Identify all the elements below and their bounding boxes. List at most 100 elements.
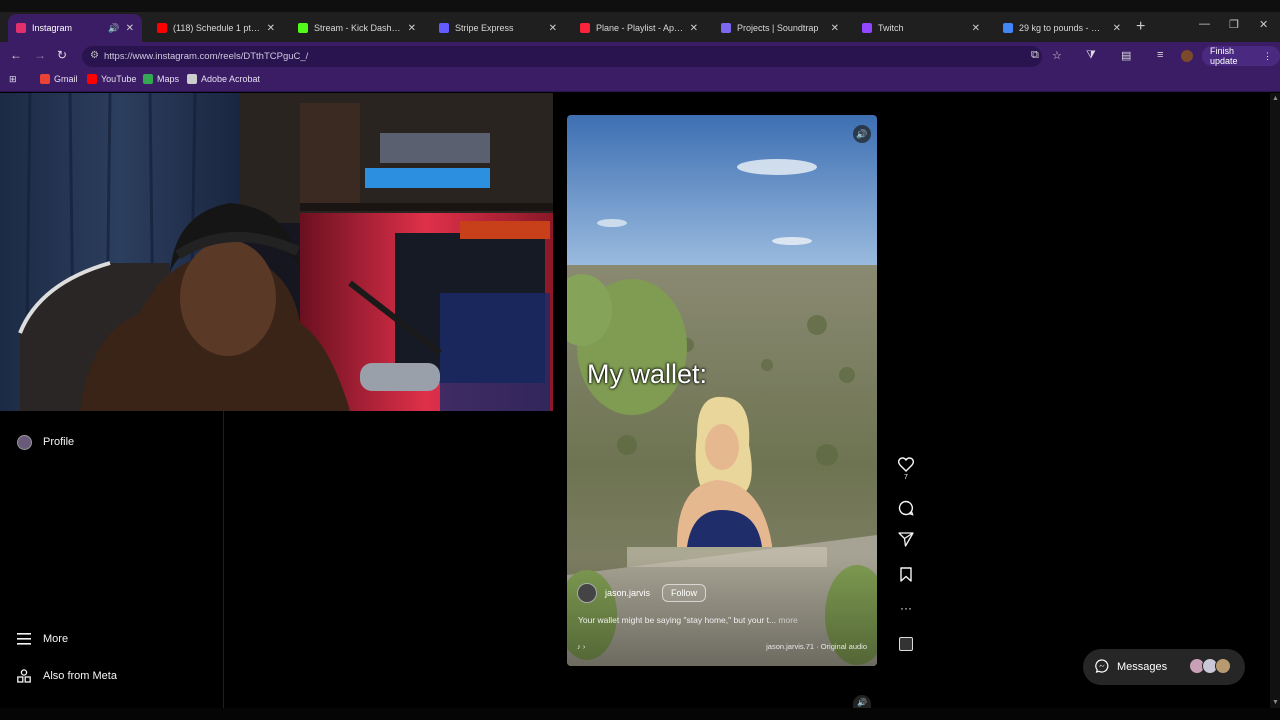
tab-favicon-icon (16, 23, 26, 33)
profile-avatar-icon (16, 434, 32, 450)
media-icon[interactable]: ▤ (1121, 49, 1131, 62)
bookmark-star-icon[interactable]: ☆ (1052, 49, 1062, 62)
follow-button[interactable]: Follow (662, 584, 707, 602)
send-icon (898, 532, 914, 547)
reel-author: jason.jarvis Follow (577, 583, 707, 603)
bookmarks-bar: ⊞ Gmail YouTube Maps Adobe Acrobat (0, 70, 1280, 92)
browser-tab[interactable]: Stripe Express ✕ (431, 14, 565, 42)
tab-title: Projects | Soundtrap (737, 23, 819, 33)
browser-tab[interactable]: (118) Schedule 1 pt.1 - YouTube ✕ (149, 14, 283, 42)
bookmark-item[interactable]: YouTube (87, 74, 136, 84)
comment-button[interactable] (894, 500, 918, 516)
bookmark-label: Maps (157, 74, 180, 84)
sidebar-item-more[interactable]: More (16, 631, 68, 647)
sidebar-item-profile[interactable]: Profile (16, 434, 74, 450)
browser-tab[interactable]: Twitch ✕ (854, 14, 988, 42)
apps-grid-icon[interactable]: ⊞ (9, 74, 17, 85)
forward-icon[interactable]: → (34, 48, 46, 62)
close-tab-icon[interactable]: ✕ (126, 23, 134, 34)
comment-icon (898, 500, 914, 516)
bookmark-item[interactable]: Maps (143, 74, 179, 84)
next-reel-volume-icon[interactable]: 🔊 (853, 695, 871, 709)
bookmark-favicon-icon (87, 74, 97, 84)
tab-favicon-icon (862, 23, 872, 33)
profile-avatar-icon[interactable] (1181, 50, 1193, 62)
bookmark-label: Gmail (54, 74, 78, 84)
like-count: 7 (904, 474, 908, 481)
reel-caption[interactable]: Your wallet might be saying "stay home,"… (578, 615, 868, 625)
volume-icon[interactable]: 🔊 (853, 125, 871, 143)
audio-thumbnail[interactable] (894, 637, 918, 651)
caption-more-link[interactable]: more (778, 615, 797, 625)
tab-strip-top (0, 0, 1280, 12)
close-tab-icon[interactable]: ✕ (408, 23, 416, 34)
extensions-icon[interactable]: ⧩ (1086, 49, 1096, 62)
tab-title: Plane - Playlist - Apple Music (596, 23, 684, 33)
bookmark-item[interactable]: Adobe Acrobat (187, 74, 260, 84)
like-button[interactable]: 7 (894, 457, 918, 481)
address-toolbar: ← → ↻ ⚙ https://www.instagram.com/reels/… (0, 42, 1280, 70)
bookmark-icon (900, 567, 912, 582)
tab-audio-icon[interactable]: 🔊 (108, 23, 119, 34)
tab-favicon-icon (1003, 23, 1013, 33)
url-bar[interactable]: ⚙ https://www.instagram.com/reels/DTthTC… (82, 46, 1042, 67)
browser-tab[interactable]: Stream - Kick Dashboard ✕ (290, 14, 424, 42)
tab-favicon-icon (157, 23, 167, 33)
sidebar-item-also-from-meta[interactable]: Also from Meta (16, 668, 117, 684)
save-button[interactable] (894, 567, 918, 582)
share-button[interactable] (894, 532, 918, 547)
close-tab-icon[interactable]: ✕ (972, 23, 980, 34)
messages-label: Messages (1117, 661, 1168, 673)
reading-list-icon[interactable]: ≡ (1157, 49, 1163, 61)
finish-update-button[interactable]: Finish update ⋮ (1202, 46, 1280, 66)
messages-button[interactable]: Messages (1083, 649, 1245, 685)
audio-thumb-icon (899, 637, 913, 651)
finish-update-label: Finish update (1210, 46, 1238, 66)
install-app-icon[interactable]: ⧉ (1031, 49, 1039, 62)
close-window-icon[interactable]: ✕ (1259, 18, 1268, 31)
bookmark-favicon-icon (187, 74, 197, 84)
close-tab-icon[interactable]: ✕ (690, 23, 698, 34)
tab-favicon-icon (721, 23, 731, 33)
avatar (1215, 658, 1231, 674)
minimize-icon[interactable]: — (1199, 18, 1210, 30)
tab-favicon-icon (298, 23, 308, 33)
author-avatar[interactable] (577, 583, 597, 603)
scroll-down-icon[interactable]: ▼ (1272, 699, 1279, 706)
audio-label: jason.jarvis.71 · Original audio (766, 642, 867, 651)
sidebar-item-label: Also from Meta (43, 670, 117, 682)
reload-icon[interactable]: ↻ (57, 48, 67, 62)
messenger-icon (1095, 658, 1109, 676)
browser-tab[interactable]: Plane - Playlist - Apple Music ✕ (572, 14, 706, 42)
close-tab-icon[interactable]: ✕ (267, 23, 275, 34)
bookmark-label: YouTube (101, 74, 137, 84)
sidebar-item-label: Profile (43, 436, 75, 448)
tab-favicon-icon (439, 23, 449, 33)
reel-video[interactable]: My wallet: 🔊 jason.jarvis Follow Your wa… (567, 115, 877, 666)
author-username[interactable]: jason.jarvis (605, 588, 650, 598)
close-tab-icon[interactable]: ✕ (831, 23, 839, 34)
heart-icon (898, 457, 914, 472)
close-tab-icon[interactable]: ✕ (1113, 23, 1121, 34)
close-tab-icon[interactable]: ✕ (549, 23, 557, 34)
reel-audio[interactable]: ♪ › jason.jarvis.71 · Original audio (577, 642, 867, 651)
scroll-up-icon[interactable]: ▲ (1272, 95, 1279, 102)
restore-icon[interactable]: ❐ (1229, 18, 1239, 31)
webcam-scene (0, 93, 553, 411)
menu-kebab-icon: ⋮ (1263, 50, 1272, 61)
webcam-overlay (0, 93, 553, 411)
caption-text: Your wallet might be saying "stay home,"… (578, 615, 777, 625)
more-options-icon[interactable]: ··· (894, 601, 918, 615)
bookmark-label: Adobe Acrobat (201, 74, 261, 84)
back-icon[interactable]: ← (10, 48, 22, 62)
new-tab-button[interactable]: + (1136, 18, 1145, 36)
browser-tab[interactable]: 29 kg to pounds - Google Search ✕ (995, 14, 1129, 42)
page-scrollbar[interactable]: ▲ ▼ (1270, 93, 1280, 708)
browser-tab[interactable]: Instagram 🔊 ✕ (8, 14, 142, 42)
site-info-icon[interactable]: ⚙ (90, 50, 99, 61)
tab-title: Stream - Kick Dashboard (314, 23, 402, 33)
tab-title: Stripe Express (455, 23, 514, 33)
bookmark-item[interactable]: Gmail (40, 74, 78, 84)
browser-tab[interactable]: Projects | Soundtrap ✕ (713, 14, 847, 42)
meta-apps-icon (16, 668, 32, 684)
